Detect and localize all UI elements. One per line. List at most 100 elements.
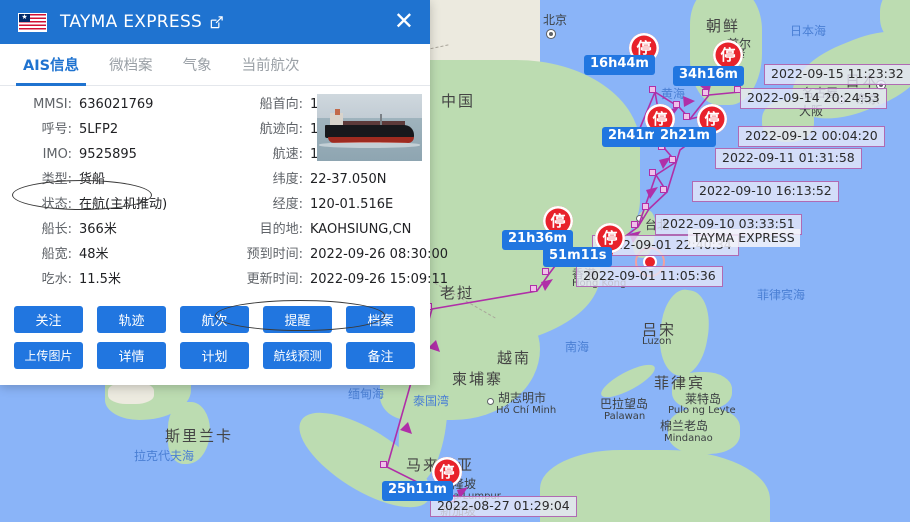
edit-square-icon[interactable] <box>209 15 224 30</box>
map-place-label: 北京 <box>543 13 568 27</box>
stop-duration-badge: 25h11m <box>382 481 453 501</box>
track-waypoint[interactable] <box>660 186 667 193</box>
field-label: MMSI: <box>33 97 72 112</box>
field-row: 呼号: 5LFP2 <box>0 123 215 136</box>
track-waypoint[interactable] <box>702 89 709 96</box>
land-palawan <box>597 358 659 404</box>
close-icon[interactable]: ✕ <box>390 9 418 36</box>
track-waypoint[interactable] <box>542 268 549 275</box>
screen: 北京中国朝鲜首尔서울日本海名古屋东京日本大阪黄海台北香港Hong Kong老挝越… <box>0 0 910 522</box>
field-value: 366米 <box>79 222 117 237</box>
track-button[interactable]: 轨迹 <box>97 306 166 333</box>
city-dot-hochiminh <box>487 398 494 405</box>
track-timestamp-label: 2022-09-15 11:23:32 <box>764 64 910 85</box>
track-timestamp-label: 2022-09-12 00:04:20 <box>738 126 885 147</box>
track-timestamp-label: 2022-09-10 16:13:52 <box>692 181 839 202</box>
route-forecast-button[interactable]: 航线预测 <box>263 342 332 369</box>
track-waypoint[interactable] <box>669 156 676 163</box>
field-value: 9525895 <box>79 147 137 162</box>
map-place-label: Hồ Chí Minh <box>496 405 557 416</box>
track-waypoint[interactable] <box>642 203 649 210</box>
field-value: 5LFP2 <box>79 122 119 137</box>
page-title: TAYMA EXPRESS <box>60 12 203 32</box>
field-label: 呼号: <box>41 122 72 137</box>
field-value: 在航(主机推动) <box>79 197 168 212</box>
field-row: MMSI: 636021769 <box>0 98 215 111</box>
field-value: 22-37.050N <box>310 172 387 187</box>
field-row: 吃水: 11.5米 <box>0 273 215 286</box>
track-waypoint[interactable] <box>380 461 387 468</box>
vessel-photo[interactable] <box>317 94 422 161</box>
tab-current-voyage[interactable]: 当前航次 <box>227 44 315 85</box>
panel-header: ★ TAYMA EXPRESS ✕ <box>0 0 430 44</box>
track-waypoint[interactable] <box>649 169 656 176</box>
land-luzon <box>652 286 716 380</box>
city-dot-beijing <box>549 32 553 36</box>
details-button[interactable]: 详情 <box>97 342 166 369</box>
field-label: 类型: <box>41 172 72 187</box>
reminder-button[interactable]: 提醒 <box>263 306 332 333</box>
field-row: 船宽: 48米 <box>0 248 215 261</box>
track-waypoint[interactable] <box>649 86 656 93</box>
track-waypoint[interactable] <box>683 113 690 120</box>
field-row: 预到时间: 2022-09-26 08:30:00 <box>215 247 448 262</box>
field-value: 48米 <box>79 247 109 262</box>
field-label: 航速: <box>272 147 303 162</box>
field-label: 船长: <box>41 222 72 237</box>
field-label: 预到时间: <box>246 247 303 262</box>
archive-button[interactable]: 档案 <box>346 306 415 333</box>
field-row: 船长: 366米 <box>0 223 215 236</box>
panel-tabs: AIS信息 微档案 气象 当前航次 <box>0 44 430 86</box>
field-value: KAOHSIUNG,CN <box>310 222 412 237</box>
action-button-row-2: 上传图片 详情 计划 航线预测 备注 <box>14 342 430 369</box>
field-value: 2022-09-26 15:09:11 <box>310 272 449 287</box>
field-label: 经度: <box>272 197 303 212</box>
track-waypoint[interactable] <box>631 221 638 228</box>
field-label: 船宽: <box>41 247 72 262</box>
field-label: 状态: <box>41 197 72 212</box>
map-place-label: 黄海 <box>661 87 686 101</box>
field-label: 目的地: <box>259 222 303 237</box>
action-button-row-1: 关注 轨迹 航次 提醒 档案 <box>14 306 430 333</box>
tab-micro-file[interactable]: 微档案 <box>94 44 168 85</box>
field-row: IMO: 9525895 <box>0 148 215 161</box>
field-row: 纬度: 22-37.050N <box>215 173 430 186</box>
field-label: IMO: <box>42 147 72 162</box>
field-label: 吃水: <box>41 272 72 287</box>
land-hainan <box>505 300 535 320</box>
follow-button[interactable]: 关注 <box>14 306 83 333</box>
liberia-flag-icon: ★ <box>18 12 47 32</box>
field-value: 120-01.516E <box>310 197 394 212</box>
field-row: 经度: 120-01.516E <box>215 198 430 211</box>
voyage-button[interactable]: 航次 <box>180 306 249 333</box>
vessel-info-panel: ★ TAYMA EXPRESS ✕ AIS信息 微档案 气象 当前航次 MMSI… <box>0 0 448 385</box>
map-place-label: Palawan <box>604 411 646 422</box>
field-label: 航迹向: <box>259 122 303 137</box>
field-value: 2022-09-26 08:30:00 <box>310 247 449 262</box>
map-vessel-name-label: TAYMA EXPRESS <box>688 229 800 247</box>
field-value: 货船 <box>79 172 106 187</box>
field-label: 船首向: <box>259 97 303 112</box>
upload-image-button[interactable]: 上传图片 <box>14 342 83 369</box>
land-visayas <box>672 372 732 410</box>
map-place-label: 南海 <box>565 340 590 354</box>
stop-duration-badge: 16h44m <box>584 55 655 75</box>
map-place-label: 巴拉望岛 <box>600 397 649 411</box>
stop-duration-badge: 51m11s <box>543 247 613 267</box>
field-label: 更新时间: <box>246 272 303 287</box>
stop-duration-badge: 2h21m <box>654 127 716 147</box>
stop-duration-badge: 34h16m <box>673 66 744 86</box>
stop-glyph: 停 <box>720 46 736 64</box>
field-row: 目的地: KAOHSIUNG,CN <box>215 223 430 236</box>
track-timestamp-label: 2022-09-14 20:24:53 <box>740 88 887 109</box>
panel-action-buttons: 关注 轨迹 航次 提醒 档案 上传图片 详情 计划 航线预测 备注 <box>0 298 430 392</box>
map-place-label: 菲律宾海 <box>757 288 806 302</box>
track-waypoint[interactable] <box>530 285 537 292</box>
field-column-left: MMSI: 636021769 呼号: 5LFP2 IMO: 9525895 类型: 货船 状态… <box>0 98 215 298</box>
tab-weather[interactable]: 气象 <box>168 44 227 85</box>
tab-ais-info[interactable]: AIS信息 <box>8 44 94 86</box>
plan-button[interactable]: 计划 <box>180 342 249 369</box>
vessel-detail-fields: MMSI: 636021769 呼号: 5LFP2 IMO: 9525895 类型: 货船 状态… <box>0 86 448 331</box>
remark-button[interactable]: 备注 <box>346 342 415 369</box>
map-place-label: 日本海 <box>790 24 827 38</box>
